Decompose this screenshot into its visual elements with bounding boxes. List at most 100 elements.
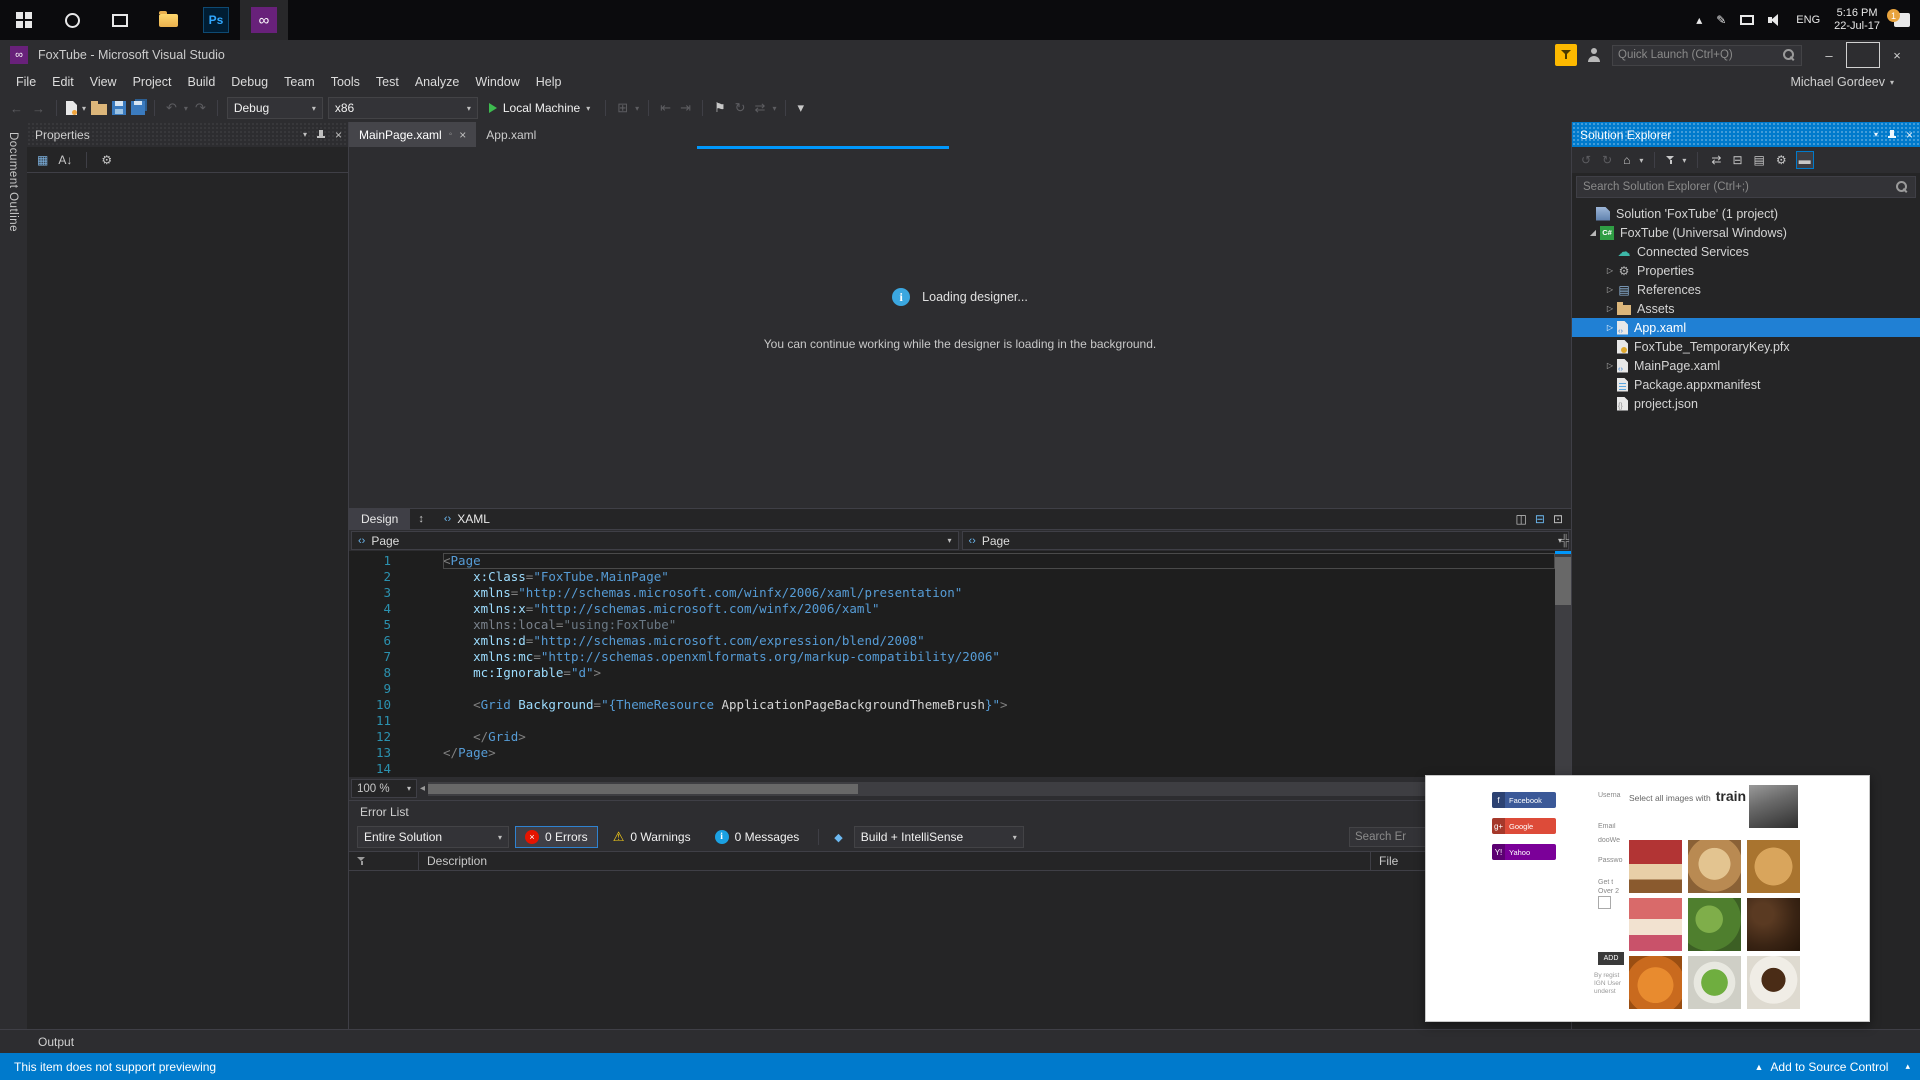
close-button[interactable]: × — [1880, 42, 1914, 68]
language-indicator[interactable]: ENG — [1796, 14, 1820, 26]
display-icon[interactable] — [1740, 15, 1755, 25]
description-column-header[interactable]: Description — [419, 852, 1371, 870]
expander-icon[interactable]: ◢ — [1586, 228, 1600, 237]
window-titlebar[interactable]: ∞ FoxTube - Microsoft Visual Studio – × — [0, 40, 1920, 70]
chevron-up-icon[interactable]: ▴ — [1905, 1061, 1910, 1072]
code-line[interactable]: xmlns:mc="http://schemas.openxmlformats.… — [443, 649, 1555, 665]
captcha-image-salad-plate[interactable] — [1688, 956, 1741, 1009]
social-facebook-button[interactable]: f Facebook — [1492, 792, 1556, 808]
tree-item[interactable]: ▷ Properties — [1572, 261, 1920, 280]
menu-test[interactable]: Test — [368, 70, 407, 94]
code-line[interactable]: <Page — [443, 553, 1555, 569]
expand-pane-icon[interactable]: ⊡ — [1553, 512, 1563, 526]
intellisense-filter-button[interactable]: ◆ — [829, 826, 847, 848]
social-google-button[interactable]: g+ Google — [1492, 818, 1556, 834]
new-file-dropdown-icon[interactable]: ▾ — [82, 104, 86, 113]
captcha-image-dessert-cups[interactable] — [1629, 898, 1682, 951]
captcha-image-bread-bowl[interactable] — [1688, 840, 1741, 893]
volume-icon[interactable] — [1768, 14, 1782, 26]
tree-item[interactable]: ▷ Assets — [1572, 299, 1920, 318]
new-file-icon[interactable] — [66, 101, 77, 115]
menu-tools[interactable]: Tools — [323, 70, 368, 94]
show-all-files-icon[interactable]: ▤ — [1752, 152, 1767, 168]
tree-item[interactable]: ▷ App.xaml — [1572, 318, 1920, 337]
code-line[interactable]: </Page> — [443, 745, 1555, 761]
code-line[interactable]: xmlns:d="http://schemas.microsoft.com/ex… — [443, 633, 1555, 649]
tab-pin-icon[interactable]: ◦ — [449, 129, 453, 140]
horizontal-scrollbar[interactable] — [428, 781, 1560, 796]
solution-explorer-header[interactable]: Solution Explorer ▾ × — [1572, 122, 1920, 147]
account-menu[interactable]: Michael Gordeev ▾ — [1790, 75, 1894, 89]
solution-platform-dropdown[interactable]: x86 ▾ — [327, 97, 478, 119]
menu-window[interactable]: Window — [467, 70, 527, 94]
photoshop-button[interactable]: Ps — [192, 0, 240, 40]
properties-icon[interactable]: ⚙ — [1774, 152, 1789, 168]
scrollbar-thumb[interactable] — [1555, 557, 1571, 605]
breadcrumb-left[interactable]: ‹› Page ▾ — [351, 531, 959, 550]
sync-with-active-document-icon[interactable]: ⇄ — [1709, 152, 1723, 168]
maximize-button[interactable] — [1846, 42, 1880, 68]
save-all-icon[interactable] — [131, 101, 146, 115]
tree-item[interactable]: Connected Services — [1572, 242, 1920, 261]
categorized-view-icon[interactable]: ▦ — [37, 153, 48, 167]
tree-item[interactable]: ◢ FoxTube (Universal Windows) — [1572, 223, 1920, 242]
increase-indent-icon[interactable]: ⇥ — [678, 100, 693, 116]
scrollbar-thumb[interactable] — [428, 783, 859, 794]
clock[interactable]: 5:16 PM 22-Jul-17 — [1834, 7, 1880, 33]
menu-analyze[interactable]: Analyze — [407, 70, 467, 94]
expander-icon[interactable]: ▷ — [1603, 285, 1617, 294]
attach-process-icon[interactable]: ⊞ — [615, 100, 630, 116]
errors-filter-button[interactable]: × 0 Errors — [515, 826, 598, 848]
pen-icon[interactable]: ✎ — [1716, 13, 1726, 27]
code-line[interactable]: xmlns:local="using:FoxTube" — [443, 617, 1555, 633]
menu-help[interactable]: Help — [528, 70, 570, 94]
menu-file[interactable]: File — [8, 70, 44, 94]
open-file-icon[interactable] — [91, 100, 108, 115]
property-pages-icon[interactable]: ⚙ — [101, 153, 112, 167]
error-list-title[interactable]: Error List — [349, 801, 1571, 823]
action-center-icon[interactable]: 1 — [1887, 9, 1910, 27]
pin-icon[interactable] — [316, 129, 326, 141]
severity-column-header[interactable] — [349, 852, 419, 870]
comment-icon[interactable]: ↻ — [733, 100, 748, 116]
captcha-image-citrus-fruit[interactable] — [1629, 956, 1682, 1009]
back-icon[interactable]: ↺ — [1579, 152, 1593, 168]
close-icon[interactable]: × — [335, 128, 342, 142]
warnings-filter-button[interactable]: ⚠ 0 Warnings — [604, 826, 700, 848]
tab-design[interactable]: Design — [349, 508, 411, 530]
preview-selected-items-icon[interactable]: ▬ — [1795, 151, 1814, 169]
captcha-image-baked-pie[interactable] — [1747, 840, 1800, 893]
tree-item[interactable]: FoxTube_TemporaryKey.pfx — [1572, 337, 1920, 356]
collapse-all-icon[interactable]: ⊟ — [1730, 152, 1744, 168]
filter-icon[interactable] — [1666, 155, 1675, 165]
captcha-image-coffee-cup[interactable] — [1747, 956, 1800, 1009]
tab-app-xaml[interactable]: App.xaml — [476, 122, 546, 147]
undo-dropdown-icon[interactable]: ▾ — [184, 104, 188, 113]
zoom-control[interactable]: 100 % ▾ — [351, 779, 417, 798]
add-to-source-control-button[interactable]: Add to Source Control — [1770, 1060, 1888, 1074]
file-explorer-button[interactable] — [144, 0, 192, 40]
menu-edit[interactable]: Edit — [44, 70, 82, 94]
code-line[interactable] — [443, 681, 1555, 697]
save-icon[interactable] — [112, 101, 127, 115]
account-icon[interactable] — [1587, 48, 1602, 62]
tray-expand-icon[interactable]: ▴ — [1696, 13, 1702, 27]
social-yahoo-button[interactable]: Y! Yahoo — [1492, 844, 1556, 860]
tree-item[interactable]: Package.appxmanifest — [1572, 375, 1920, 394]
forward-icon[interactable]: ↻ — [1600, 152, 1614, 168]
document-outline-tab[interactable]: Document Outline — [7, 132, 19, 232]
code-line[interactable] — [443, 713, 1555, 729]
swap-panes-icon[interactable]: ↕ — [410, 513, 432, 525]
properties-header[interactable]: Properties ▾ × — [27, 122, 348, 147]
decrease-indent-icon[interactable]: ⇤ — [658, 100, 673, 116]
start-debugging-button[interactable]: Local Machine ▾ — [483, 97, 596, 119]
expander-icon[interactable]: ▷ — [1603, 304, 1617, 313]
task-view-button[interactable] — [96, 0, 144, 40]
menu-build[interactable]: Build — [179, 70, 223, 94]
expander-icon[interactable]: ▷ — [1603, 266, 1617, 275]
captcha-image-coffee-beans[interactable] — [1747, 898, 1800, 951]
cortana-button[interactable] — [48, 0, 96, 40]
code-line[interactable]: x:Class="FoxTube.MainPage" — [443, 569, 1555, 585]
breadcrumb-right[interactable]: ‹› Page ▾ — [961, 531, 1569, 550]
vertical-scrollbar[interactable] — [1555, 535, 1571, 777]
